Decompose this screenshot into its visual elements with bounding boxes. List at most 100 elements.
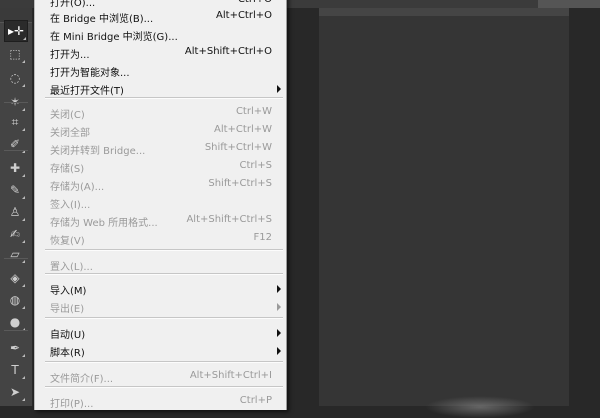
menu-item-label: 存储为 Web 所用格式... [50,218,158,229]
eraser-tool-icon[interactable]: ▱ [4,244,26,264]
menu-item-shortcut: Ctrl+O [238,0,272,5]
marquee-tool-icon: ⬚ [9,47,21,61]
menu-item[interactable]: 打开为... Alt+Shift+Ctrl+O [35,44,286,62]
brush-tool-icon[interactable]: ✎ [4,180,26,200]
paint-bucket-tool-icon[interactable]: ◈ [4,268,26,288]
menu-item-label: 最近打开文件(T) [50,86,124,97]
clone-stamp-tool-icon[interactable]: ♙ [4,202,26,222]
menu-item-shortcut: Alt+Shift+Ctrl+O [184,46,272,57]
menu-item-label: 存储为(A)... [50,182,105,193]
history-brush-tool-icon[interactable]: ✍ [4,224,26,244]
eyedropper-tool-icon: ✐ [9,137,21,151]
menu-item: 关闭并转到 Bridge... Shift+Ctrl+W [35,140,286,158]
menu-item[interactable]: 最近打开文件(T) [35,80,286,98]
path-selection-tool-icon[interactable]: ➤ [4,382,26,402]
document-window[interactable] [319,8,569,406]
blur-tool-icon[interactable]: ◍ [4,290,26,310]
tool-flyout-indicator-icon [22,398,25,401]
menu-item-label: 导出(E) [50,304,85,315]
menu-item-label: 在 Mini Bridge 中浏览(G)... [50,32,178,43]
menu-item: 存储为 Web 所用格式... Alt+Shift+Ctrl+S [35,212,286,230]
menu-item[interactable]: 在 Mini Bridge 中浏览(G)... [35,26,286,44]
pen-tool-icon[interactable]: ✒ [4,338,26,358]
menu-item-shortcut: Alt+Shift+Ctrl+I [189,370,272,381]
file-menu-dropdown: 打开(O)...Ctrl+O在 Bridge 中浏览(B)...Alt+Ctrl… [34,0,287,410]
menu-item[interactable]: 脚本(R) [35,342,286,360]
submenu-arrow-icon [277,285,281,293]
menu-item-shortcut: Alt+Shift+Ctrl+S [186,214,272,225]
menu-item-label: 存储(S) [50,164,85,175]
tool-flyout-indicator-icon [22,196,25,199]
menu-item-label: 恢复(V) [50,236,85,247]
clone-stamp-tool-icon: ♙ [9,205,21,219]
menu-item-shortcut: Shift+Ctrl+S [208,178,272,189]
tool-separator [4,102,28,103]
menu-item: 打印(P)... Ctrl+P [35,393,286,411]
menu-item-label: 导入(M) [50,286,87,297]
pen-tool-icon: ✒ [9,341,21,355]
menu-separator [45,361,283,363]
tool-flyout-indicator-icon [22,218,25,221]
tool-flyout-indicator-icon [22,84,25,87]
menu-item[interactable]: 自动(U) [35,324,286,342]
submenu-arrow-icon [277,329,281,337]
menu-item-label: 在 Bridge 中浏览(B)... [50,14,154,25]
healing-brush-tool-icon: ✚ [9,161,21,175]
menu-separator [45,97,283,99]
menu-item[interactable]: 在 Bridge 中浏览(B)... Alt+Ctrl+O [35,8,286,26]
tool-flyout-indicator-icon [22,260,25,263]
tool-flyout-indicator-icon [22,354,25,357]
menu-item: 签入(I)... [35,194,286,212]
tool-flyout-indicator-icon [23,37,26,40]
document-tab[interactable] [319,8,569,16]
history-brush-tool-icon: ✍ [9,227,21,241]
type-tool-icon[interactable]: T [4,360,26,380]
menu-item-shortcut: Ctrl+W [235,106,272,117]
lasso-tool-icon: ◌ [9,71,21,85]
dodge-tool-icon[interactable]: ● [4,312,26,332]
eyedropper-tool-icon[interactable]: ✐ [4,134,26,154]
menu-item-shortcut: Alt+Ctrl+O [216,10,272,21]
path-selection-tool-icon: ➤ [9,385,21,399]
healing-brush-tool-icon[interactable]: ✚ [4,158,26,178]
marquee-tool-icon[interactable]: ⬚ [4,44,26,64]
move-tool-icon[interactable]: ▸✛ [4,20,28,42]
menu-separator [45,386,283,388]
tool-flyout-indicator-icon [22,240,25,243]
tool-separator [4,330,28,331]
lasso-tool-icon[interactable]: ◌ [4,68,26,88]
tool-separator [4,150,28,151]
move-tool-icon: ▸✛ [7,24,25,38]
menu-item[interactable]: 导入(M) [35,280,286,298]
menu-item-label: 文件简介(F)... [50,374,114,385]
tool-flyout-indicator-icon [22,306,25,309]
menu-separator [45,249,283,251]
tool-separator [4,258,28,259]
menu-item: 关闭(C) Ctrl+W [35,104,286,122]
tool-flyout-indicator-icon [22,108,25,111]
submenu-arrow-icon [277,85,281,93]
blur-tool-icon: ◍ [9,293,21,307]
menu-item: 置入(L)... [35,256,286,274]
menu-item-label: 关闭并转到 Bridge... [50,146,146,157]
menu-separator [45,273,283,275]
menu-item-label: 打印(P)... [50,399,94,410]
menu-separator [45,317,283,319]
submenu-arrow-icon [277,347,281,355]
type-tool-icon: T [11,363,19,377]
menu-item-shortcut: Alt+Ctrl+W [214,124,272,135]
panel-tab[interactable] [538,0,600,8]
tool-flyout-indicator-icon [22,128,25,131]
menu-item-shortcut: Shift+Ctrl+W [204,142,272,153]
menu-item: 文件简介(F)... Alt+Shift+Ctrl+I [35,368,286,386]
menu-item: 关闭全部 Alt+Ctrl+W [35,122,286,140]
menu-item-label: 自动(U) [50,330,86,341]
menu-item-label: 关闭(C) [50,110,85,121]
menu-item-shortcut: F12 [253,232,272,243]
tool-flyout-indicator-icon [22,60,25,63]
menu-item-label: 脚本(R) [50,348,85,359]
menu-item[interactable]: 打开为智能对象... [35,62,286,80]
menu-item-label: 打开为... [50,50,90,61]
crop-tool-icon[interactable]: ⌗ [4,112,26,132]
menu-item-label: 打开为智能对象... [50,68,130,79]
